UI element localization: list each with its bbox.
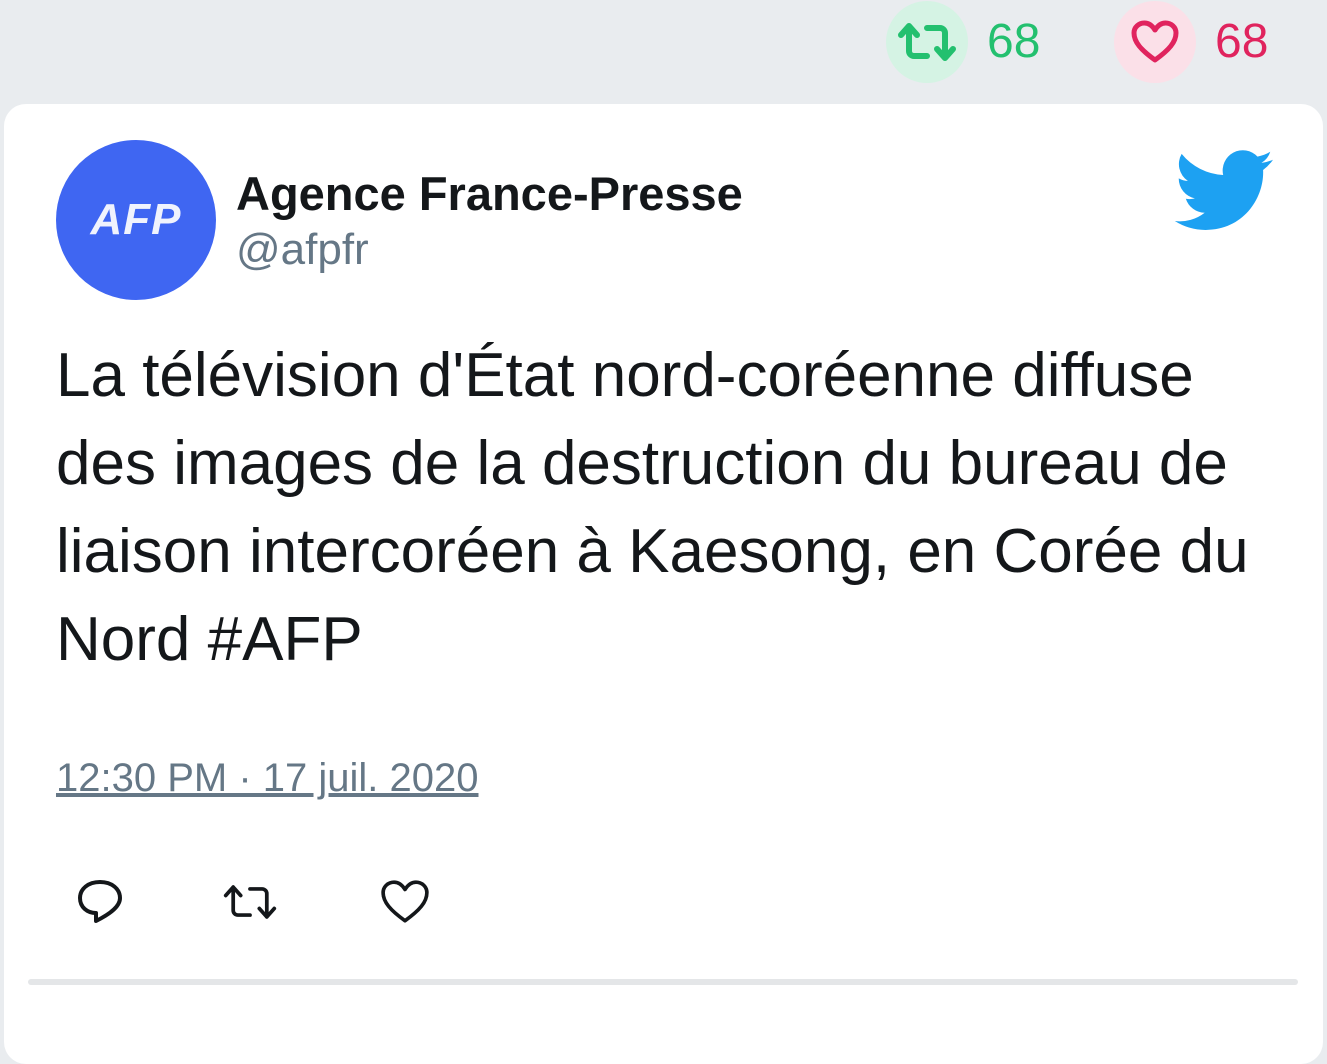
retweet-count: 68 <box>987 15 1041 68</box>
like-stat[interactable]: 68 <box>1114 0 1268 84</box>
heart-icon <box>381 880 429 923</box>
twitter-bird-icon[interactable] <box>1174 150 1274 232</box>
tweet-text: La télévision d'État nord-coréenne diffu… <box>56 341 1249 674</box>
avatar[interactable]: AFP <box>56 140 216 300</box>
like-count: 68 <box>1215 15 1269 68</box>
like-stat-icon-circle <box>1114 1 1196 83</box>
reply-icon <box>78 880 122 923</box>
heart-icon <box>1131 20 1179 63</box>
tweet-timestamp[interactable]: 12:30 PM · 17 juil. 2020 <box>56 754 478 802</box>
like-button[interactable] <box>377 874 433 930</box>
avatar-logo-text: AFP <box>90 195 182 244</box>
tweet-card: AFP Agence France-Presse @afpfr La télév… <box>4 104 1323 1064</box>
retweet-icon <box>898 23 956 61</box>
retweet-button[interactable] <box>222 874 278 930</box>
retweet-icon <box>223 885 277 919</box>
retweet-stat-icon-circle <box>886 1 968 83</box>
card-divider <box>28 979 1298 985</box>
reply-button[interactable] <box>72 874 128 930</box>
retweet-stat[interactable]: 68 <box>886 0 1040 84</box>
author-name[interactable]: Agence France-Presse <box>236 168 743 220</box>
author-handle[interactable]: @afpfr <box>236 225 369 274</box>
